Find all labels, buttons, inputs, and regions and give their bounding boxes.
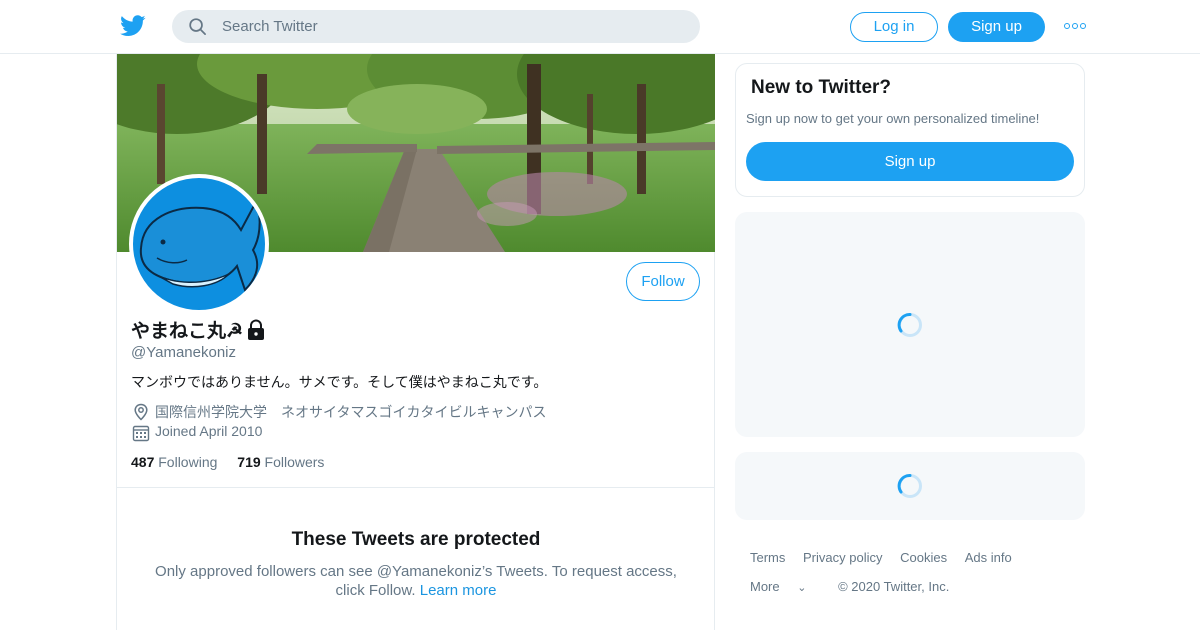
footer-copyright: © 2020 Twitter, Inc. [838,579,950,594]
protected-tweets-description: Only approved followers can see @Yamanek… [147,562,685,600]
signup-button[interactable]: Sign up [948,12,1045,42]
profile-column: Follow やまねこ丸☭ @Yamanekoniz マンボウではありません。サ… [116,54,715,630]
footer-link-ads-info[interactable]: Ads info [965,550,1012,565]
followers-stat[interactable]: 719 Followers [237,454,324,470]
follow-button[interactable]: Follow [626,262,700,301]
followers-count: 719 [237,454,261,470]
location-icon [134,403,148,421]
footer-link-terms[interactable]: Terms [750,550,785,565]
top-navigation-bar: Log in Sign up [0,0,1200,54]
search-input[interactable] [222,10,682,43]
twitter-bird-icon[interactable] [120,14,146,38]
signup-card-subtitle: Sign up now to get your own personalized… [746,111,1040,126]
following-count: 487 [131,454,155,470]
profile-bio: マンボウではありません。サメです。そして僕はやまねこ丸です。 [131,374,548,390]
footer-link-privacy[interactable]: Privacy policy [803,550,882,565]
loading-spinner-icon [897,474,922,498]
profile-joined-date: Joined April 2010 [155,423,263,439]
footer-more-label: More [750,579,780,594]
calendar-icon [132,425,150,442]
protected-tweets-text: Only approved followers can see @Yamanek… [155,563,677,599]
chevron-down-icon: ⌄ [797,582,807,594]
lock-icon [248,319,264,340]
search-icon [189,18,206,35]
sidebar-signup-button[interactable]: Sign up [746,142,1074,181]
login-button[interactable]: Log in [850,12,938,42]
learn-more-link[interactable]: Learn more [420,582,497,599]
profile-display-name: やまねこ丸☭ [131,321,244,342]
footer-more-menu[interactable]: More ⌄ [750,579,820,594]
footer-link-cookies[interactable]: Cookies [900,550,947,565]
section-divider [117,487,715,488]
more-icon[interactable] [1064,20,1086,32]
protected-tweets-title: These Tweets are protected [291,529,541,550]
following-label: Following [158,454,218,470]
new-to-twitter-card: New to Twitter? Sign up now to get your … [735,63,1085,197]
following-stat[interactable]: 487 Following [131,454,217,470]
profile-avatar[interactable] [129,174,269,314]
loading-card [735,212,1085,437]
footer: Terms Privacy policy Cookies Ads info Mo… [750,550,1090,608]
followers-label: Followers [264,454,325,470]
profile-stats: 487 Following 719 Followers [131,454,340,470]
loading-card [735,452,1085,520]
profile-location: 国際信州学院大学 ネオサイタマスゴイカタイビルキャンパス [155,404,547,420]
loading-spinner-icon [897,313,922,337]
signup-card-title: New to Twitter? [751,77,892,98]
profile-handle: @Yamanekoniz [131,344,236,361]
search-box[interactable] [172,10,700,43]
